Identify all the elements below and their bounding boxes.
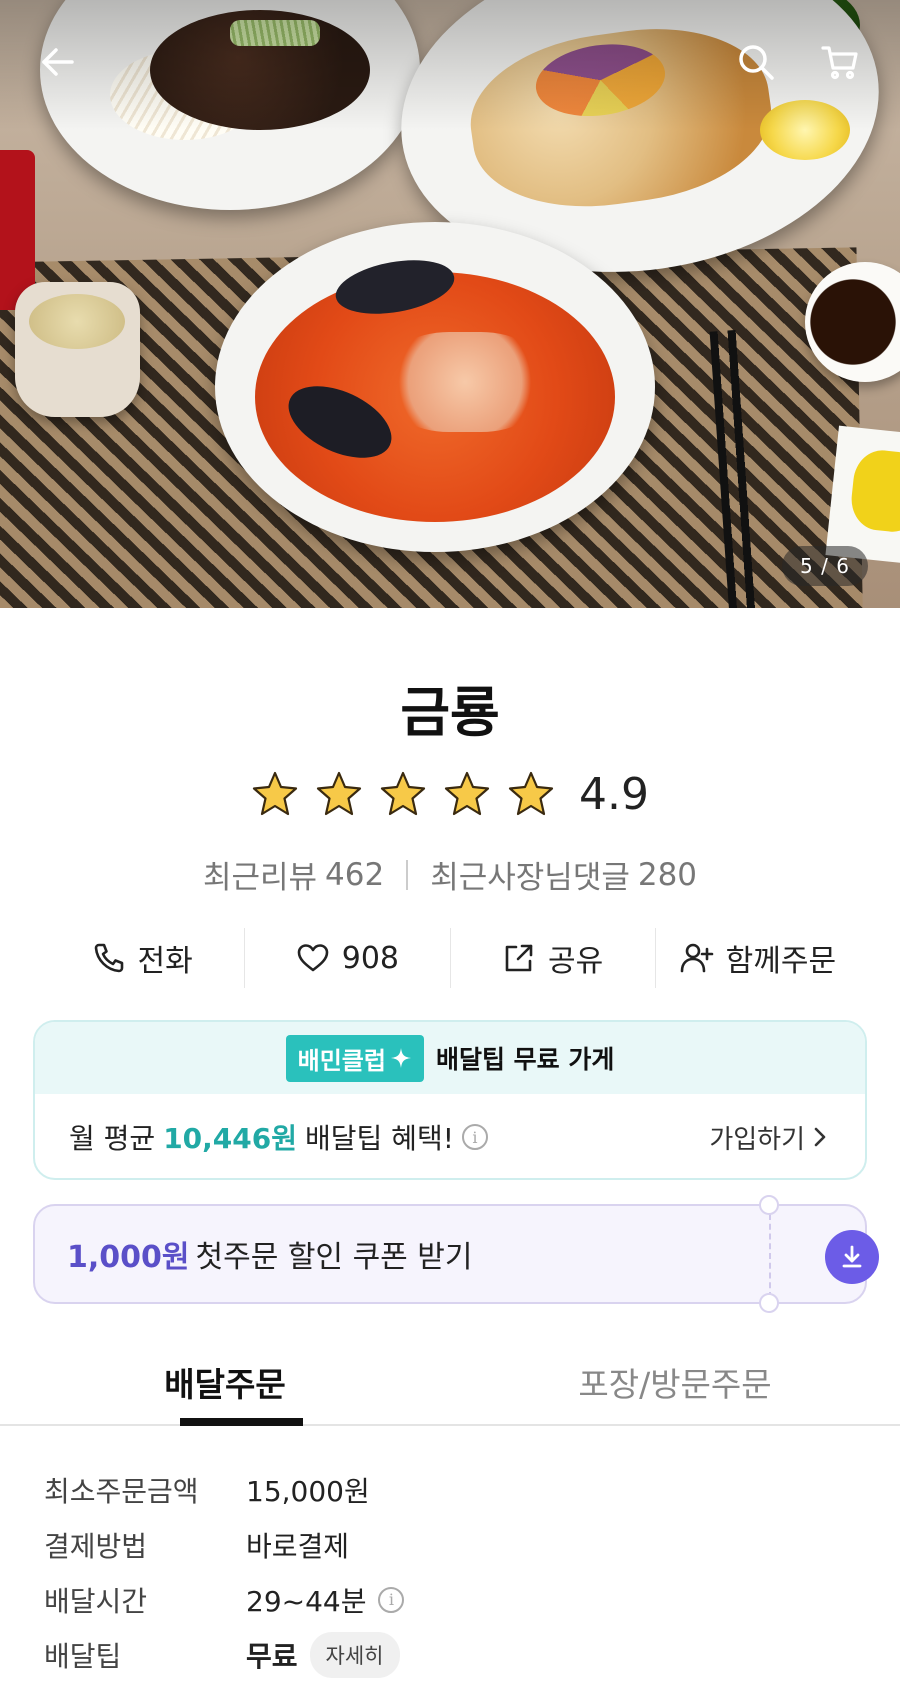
- club-benefit-row: 월 평균 10,446원 배달팁 혜택! i 가입하기: [35, 1094, 865, 1178]
- delivery-tip-label: 배달팁: [44, 1639, 122, 1673]
- star-icon: [443, 770, 491, 818]
- coupon-label: 첫주문 할인 쿠폰 받기: [195, 1240, 473, 1275]
- chevron-right-icon: [814, 1127, 826, 1147]
- delivery-time: 29~44분 i: [246, 1580, 405, 1620]
- rating-row[interactable]: 4.9: [0, 762, 900, 826]
- tab-pickup[interactable]: 포장/방문주문: [450, 1340, 900, 1424]
- cart-icon: [821, 46, 858, 80]
- first-order-coupon[interactable]: 1,000원 첫주문 할인 쿠폰 받기: [33, 1195, 879, 1313]
- sparkle-icon: [390, 1048, 411, 1068]
- add-person-icon: [680, 943, 713, 973]
- coupon-divider: [769, 1214, 771, 1298]
- payment-method-label: 결제방법: [44, 1529, 148, 1563]
- back-button[interactable]: [32, 36, 84, 88]
- delivery-time-value: 29~44분: [246, 1584, 367, 1618]
- info-row: 최소주문금액 15,000원: [44, 1462, 856, 1517]
- share-icon: [505, 944, 533, 972]
- club-benefit: 월 평균 10,446원 배달팁 혜택! i: [69, 1117, 488, 1157]
- call-label: 전화: [137, 944, 193, 979]
- delivery-tip-detail-button[interactable]: 자세히: [309, 1631, 400, 1678]
- coupon-download-button[interactable]: [825, 1230, 879, 1284]
- tab-delivery[interactable]: 배달주문: [0, 1340, 450, 1426]
- benefit-amount: 10,446원: [163, 1122, 297, 1155]
- search-button[interactable]: [730, 36, 782, 88]
- info-icon[interactable]: i: [461, 1124, 488, 1150]
- info-icon[interactable]: i: [378, 1586, 405, 1613]
- share-button[interactable]: 공유: [449, 928, 655, 988]
- pickled-radish-dish: [825, 425, 900, 565]
- info-row: 결제방법 바로결제: [44, 1517, 856, 1572]
- call-button[interactable]: 전화: [40, 928, 244, 988]
- delivery-time-label: 배달시간: [44, 1584, 148, 1618]
- like-button[interactable]: 908: [244, 928, 449, 988]
- star-icon: [315, 770, 363, 818]
- baemin-club-card[interactable]: 배민클럽 배달팁 무료 가게 월 평균 10,446원 배달팁 혜택! i 가입…: [33, 1020, 867, 1180]
- heart-icon: [297, 944, 329, 972]
- owner-replies-count: 280: [637, 856, 698, 893]
- store-name: 금룡: [400, 681, 500, 744]
- tea-cup: [15, 282, 140, 417]
- min-order-value: 15,000원: [246, 1474, 370, 1508]
- divider: [406, 859, 409, 890]
- club-join-label: 가입하기: [709, 1124, 805, 1155]
- club-title: 배달팁 무료 가게: [435, 1045, 615, 1074]
- recent-reviews-label: 최근리뷰: [202, 860, 318, 896]
- club-join-link[interactable]: 가입하기: [709, 1119, 829, 1156]
- cart-button[interactable]: [814, 36, 866, 88]
- phone-icon: [94, 943, 123, 973]
- recent-reviews-count: 462: [325, 856, 385, 893]
- share-label: 공유: [548, 944, 604, 979]
- review-summary[interactable]: 최근리뷰 462 최근사장님댓글 280: [0, 852, 900, 897]
- delivery-info: 최소주문금액 15,000원 결제방법 바로결제 배달시간 29~44분 i 배…: [44, 1462, 856, 1682]
- club-header: 배민클럽 배달팁 무료 가게: [35, 1022, 865, 1094]
- club-badge: 배민클럽: [285, 1034, 424, 1082]
- arrow-left-icon: [42, 48, 74, 76]
- coupon-notch: [759, 1195, 779, 1215]
- coupon-amount: 1,000원: [67, 1240, 190, 1275]
- group-order-label: 함께주문: [725, 944, 837, 979]
- star-icon: [251, 770, 299, 818]
- download-icon: [842, 1245, 862, 1268]
- benefit-prefix: 월 평균: [69, 1122, 156, 1155]
- rating-value: 4.9: [579, 768, 649, 820]
- info-row: 배달팁 무료 자세히: [44, 1627, 856, 1682]
- star-icon: [507, 770, 555, 818]
- jjamppong-bowl: [215, 222, 655, 552]
- club-badge-label: 배민클럽: [297, 1046, 386, 1075]
- owner-replies-label: 최근사장님댓글: [430, 860, 630, 896]
- info-row: 배달시간 29~44분 i: [44, 1572, 856, 1627]
- payment-method-value: 바로결제: [246, 1529, 350, 1563]
- coupon-notch: [759, 1293, 779, 1313]
- star-rating: [251, 770, 555, 818]
- star-icon: [379, 770, 427, 818]
- like-count: 908: [341, 940, 399, 976]
- coupon-text: 1,000원 첫주문 할인 쿠폰 받기: [35, 1232, 865, 1276]
- min-order-label: 최소주문금액: [44, 1474, 199, 1508]
- delivery-tip: 무료 자세히: [246, 1631, 400, 1678]
- search-icon: [739, 45, 774, 80]
- photo-pager: 5 / 6: [782, 546, 868, 586]
- order-type-tabs: 배달주문 포장/방문주문: [0, 1340, 900, 1426]
- benefit-suffix: 배달팁 혜택!: [305, 1122, 454, 1155]
- group-order-button[interactable]: 함께주문: [654, 928, 860, 988]
- store-action-bar: 전화 908 공유 함께주문: [40, 928, 860, 988]
- delivery-tip-value: 무료: [246, 1639, 298, 1673]
- store-photo-carousel[interactable]: 5 / 6: [0, 0, 900, 608]
